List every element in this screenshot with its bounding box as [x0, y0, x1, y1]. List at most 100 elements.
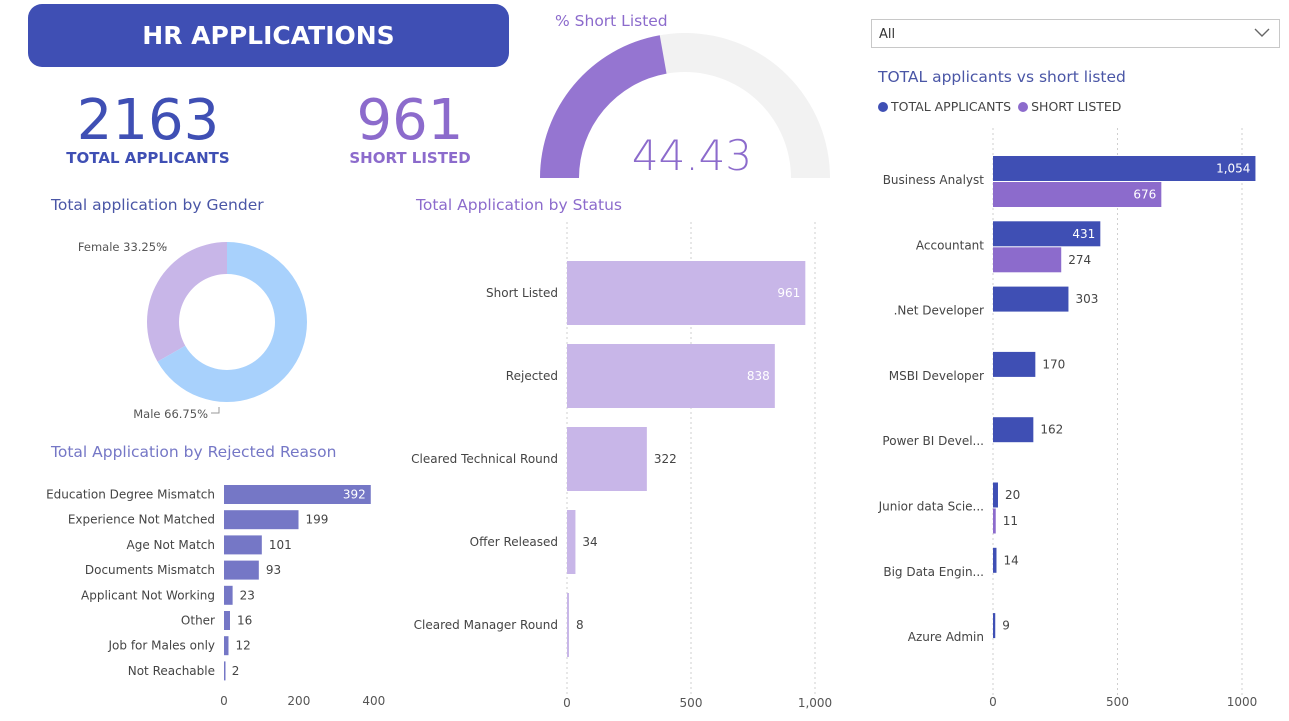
bar-value-label: 676 — [1133, 188, 1156, 202]
gauge-value: 44.43 — [632, 131, 752, 180]
roles-legend: TOTAL APPLICANTS SHORT LISTED — [878, 99, 1121, 114]
category-label: Big Data Engin... — [883, 565, 984, 579]
bar — [567, 261, 806, 325]
chevron-down-icon — [1254, 28, 1270, 37]
bar-value-label: 23 — [240, 588, 255, 602]
bar-value-label: 14 — [1003, 553, 1018, 567]
category-label: .Net Developer — [894, 304, 984, 318]
category-label: Power BI Devel... — [882, 434, 984, 448]
category-label: Experience Not Matched — [68, 513, 215, 527]
status-bar-chart: 0 500 1,000 961 Short Listed 838 Rejected 322 Cl… — [411, 222, 832, 710]
roles-bar-chart: 0 500 1000 1,054 676 Business Analyst 431 274 Ac… — [878, 128, 1258, 709]
bar-value-label: 431 — [1072, 227, 1095, 241]
bar-value-label: 101 — [269, 538, 292, 552]
page-title: HR APPLICATIONS — [142, 21, 395, 50]
x-tick-label: 1000 — [1227, 695, 1258, 709]
category-label: Offer Released — [470, 535, 558, 549]
bar — [224, 560, 259, 580]
bar-value-label: 170 — [1042, 357, 1065, 371]
rejected-chart-title: Total Application by Rejected Reason — [51, 443, 337, 461]
bar-value-label: 961 — [777, 286, 800, 300]
bar — [993, 247, 1062, 273]
category-label: Age Not Match — [127, 538, 215, 552]
category-label: Junior data Scie... — [878, 500, 984, 514]
bar — [224, 535, 262, 555]
gender-donut-chart: Female 33.25% Male 66.75% — [78, 240, 307, 421]
bar-value-label: 162 — [1040, 423, 1063, 437]
category-label: Applicant Not Working — [81, 588, 215, 602]
bar-value-label: 199 — [306, 513, 329, 527]
category-label: Documents Mismatch — [85, 563, 215, 577]
male-leader-line — [211, 407, 220, 414]
category-label: Other — [181, 614, 215, 628]
bar-value-label: 16 — [237, 614, 252, 628]
bar-value-label: 93 — [266, 563, 281, 577]
bar-value-label: 9 — [1002, 619, 1010, 633]
bar — [993, 613, 996, 639]
bar — [567, 593, 569, 657]
filter-dropdown[interactable]: All — [871, 19, 1280, 48]
bar — [993, 482, 998, 508]
female-slice-label: Female 33.25% — [78, 240, 167, 254]
x-tick-label: 500 — [680, 696, 703, 710]
bar-value-label: 392 — [343, 488, 366, 502]
bar-value-label: 322 — [654, 452, 677, 466]
legend-dot-total — [878, 101, 888, 112]
bar — [224, 611, 230, 630]
kpi-short-card: 961 SHORT LISTED — [340, 88, 480, 167]
kpi-total-value: 2163 — [76, 88, 220, 153]
x-tick-label: 0 — [220, 694, 228, 708]
rejected-bar-chart: 0 200 400 392 Education Degree Mismatch 199 Ex… — [46, 485, 385, 708]
category-label: Short Listed — [486, 286, 558, 300]
bar-value-label: 34 — [582, 535, 597, 549]
bar — [224, 585, 233, 605]
bar — [224, 510, 299, 530]
category-label: Job for Males only — [108, 639, 216, 653]
male-slice-label: Male 66.75% — [133, 407, 208, 421]
bar-value-label: 11 — [1003, 514, 1018, 528]
category-label: Cleared Manager Round — [414, 618, 558, 632]
bar — [993, 508, 996, 534]
legend-total-label: TOTAL APPLICANTS — [891, 99, 1012, 114]
legend-dot-short — [1018, 101, 1029, 112]
category-label: Rejected — [506, 369, 558, 383]
bar-value-label: 8 — [576, 618, 584, 632]
bar — [224, 661, 226, 681]
bar — [993, 547, 997, 573]
status-chart-title: Total Application by Status — [416, 196, 622, 214]
bar — [993, 286, 1069, 312]
category-label: MSBI Developer — [889, 369, 984, 383]
x-tick-label: 400 — [362, 694, 385, 708]
kpi-total-card: 2163 TOTAL APPLICANTS — [62, 88, 234, 167]
bar — [993, 351, 1036, 377]
gauge-chart: 44.43 — [540, 33, 830, 180]
gender-chart-title: Total application by Gender — [51, 196, 264, 214]
x-tick-label: 200 — [287, 694, 310, 708]
bar-value-label: 303 — [1075, 292, 1098, 306]
kpi-short-value: 961 — [356, 88, 464, 153]
x-tick-label: 500 — [1106, 695, 1129, 709]
kpi-total-label: TOTAL APPLICANTS — [66, 149, 230, 167]
category-label: Azure Admin — [908, 630, 984, 644]
bar-value-label: 12 — [235, 639, 250, 653]
bar — [567, 510, 576, 574]
x-tick-label: 1,000 — [798, 696, 832, 710]
bar — [224, 636, 229, 656]
filter-selected-value: All — [879, 27, 896, 42]
category-label: Cleared Technical Round — [411, 452, 558, 466]
bar-value-label: 20 — [1005, 488, 1020, 502]
bar-value-label: 2 — [232, 664, 240, 678]
category-label: Education Degree Mismatch — [46, 488, 215, 502]
x-tick-label: 0 — [989, 695, 997, 709]
bar-value-label: 1,054 — [1216, 162, 1250, 176]
category-label: Accountant — [916, 238, 984, 252]
donut-slice-female — [147, 242, 227, 362]
category-label: Not Reachable — [128, 664, 215, 678]
page-title-banner: HR APPLICATIONS — [28, 4, 509, 67]
bar-value-label: 838 — [747, 369, 770, 383]
category-label: Business Analyst — [883, 173, 985, 187]
gauge-title: % Short Listed — [555, 12, 668, 30]
bar — [567, 427, 647, 491]
bar — [567, 344, 775, 408]
bar — [993, 417, 1034, 443]
